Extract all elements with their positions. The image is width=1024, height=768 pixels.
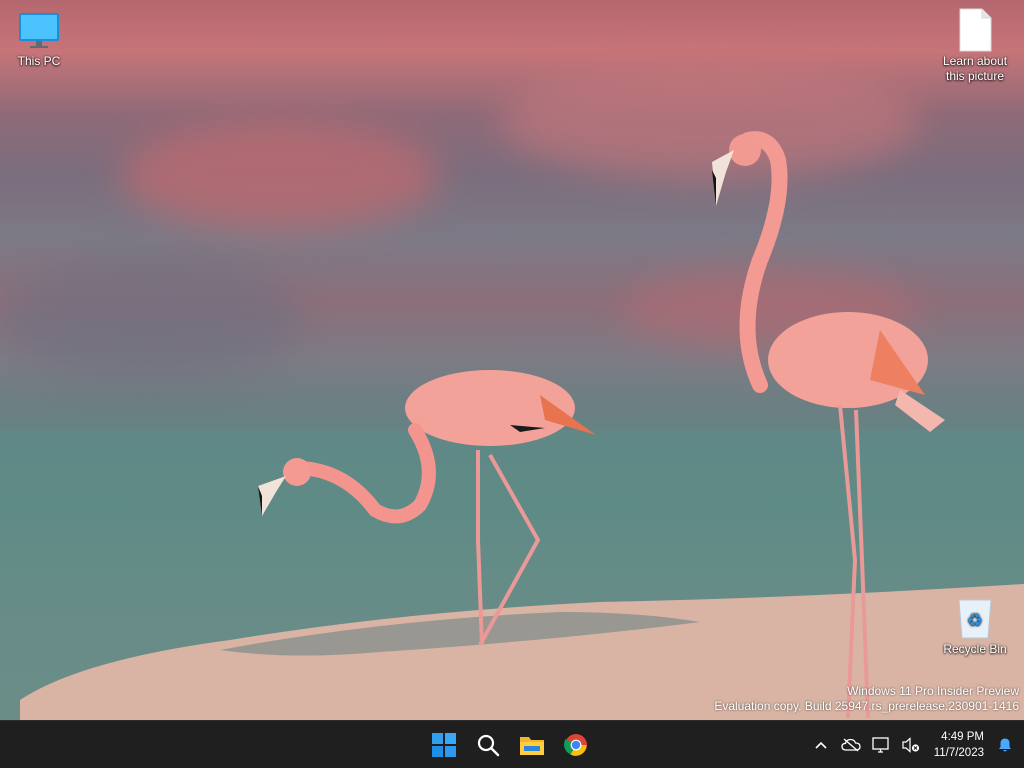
recycle-bin-icon: ♻ bbox=[953, 596, 997, 640]
system-tray: 4:49 PM 11/7/2023 bbox=[806, 721, 1024, 768]
desktop-icon-learn-about-picture[interactable]: Learn about this picture bbox=[937, 8, 1013, 84]
volume-button[interactable] bbox=[896, 725, 926, 765]
volume-muted-icon bbox=[902, 737, 919, 753]
start-button[interactable] bbox=[424, 725, 464, 765]
svg-text:♻: ♻ bbox=[967, 610, 983, 631]
network-monitor-icon bbox=[872, 737, 889, 753]
onedrive-button[interactable] bbox=[836, 725, 866, 765]
desktop-icon-label: Learn about this picture bbox=[942, 54, 1008, 83]
network-button[interactable] bbox=[866, 725, 896, 765]
desktop-icon-label: This PC bbox=[17, 54, 61, 68]
notifications-button[interactable] bbox=[990, 725, 1020, 765]
show-hidden-icons-button[interactable] bbox=[806, 725, 836, 765]
desktop-icon-this-pc[interactable]: This PC bbox=[1, 8, 77, 69]
document-icon bbox=[953, 8, 997, 52]
monitor-icon bbox=[17, 8, 61, 52]
taskbar-apps bbox=[424, 721, 596, 768]
desktop-icon-label: Recycle Bin bbox=[943, 642, 1007, 656]
folder-icon bbox=[520, 737, 544, 755]
file-explorer-button[interactable] bbox=[512, 725, 552, 765]
bell-icon bbox=[999, 738, 1011, 752]
watermark-line-2: Evaluation copy. Build 25947.rs_prerelea… bbox=[714, 699, 1019, 713]
evaluation-watermark: Windows 11 Pro Insider Preview Evaluatio… bbox=[714, 684, 1019, 714]
windows-logo-icon bbox=[432, 733, 456, 757]
clock[interactable]: 4:49 PM 11/7/2023 bbox=[926, 729, 990, 761]
search-button[interactable] bbox=[468, 725, 508, 765]
chrome-icon bbox=[564, 734, 587, 756]
desktop-wallpaper bbox=[0, 0, 1024, 720]
clock-date: 11/7/2023 bbox=[933, 747, 984, 759]
clock-time: 4:49 PM bbox=[941, 731, 984, 743]
search-icon bbox=[477, 734, 500, 757]
chevron-up-icon bbox=[815, 741, 827, 749]
flamingo-scene bbox=[0, 131, 1024, 720]
taskbar: 4:49 PM 11/7/2023 bbox=[0, 720, 1024, 768]
cloud-offline-icon bbox=[841, 738, 861, 752]
chrome-button[interactable] bbox=[556, 725, 596, 765]
watermark-line-1: Windows 11 Pro Insider Preview bbox=[847, 684, 1019, 698]
desktop-icon-recycle-bin[interactable]: ♻ Recycle Bin bbox=[937, 596, 1013, 657]
